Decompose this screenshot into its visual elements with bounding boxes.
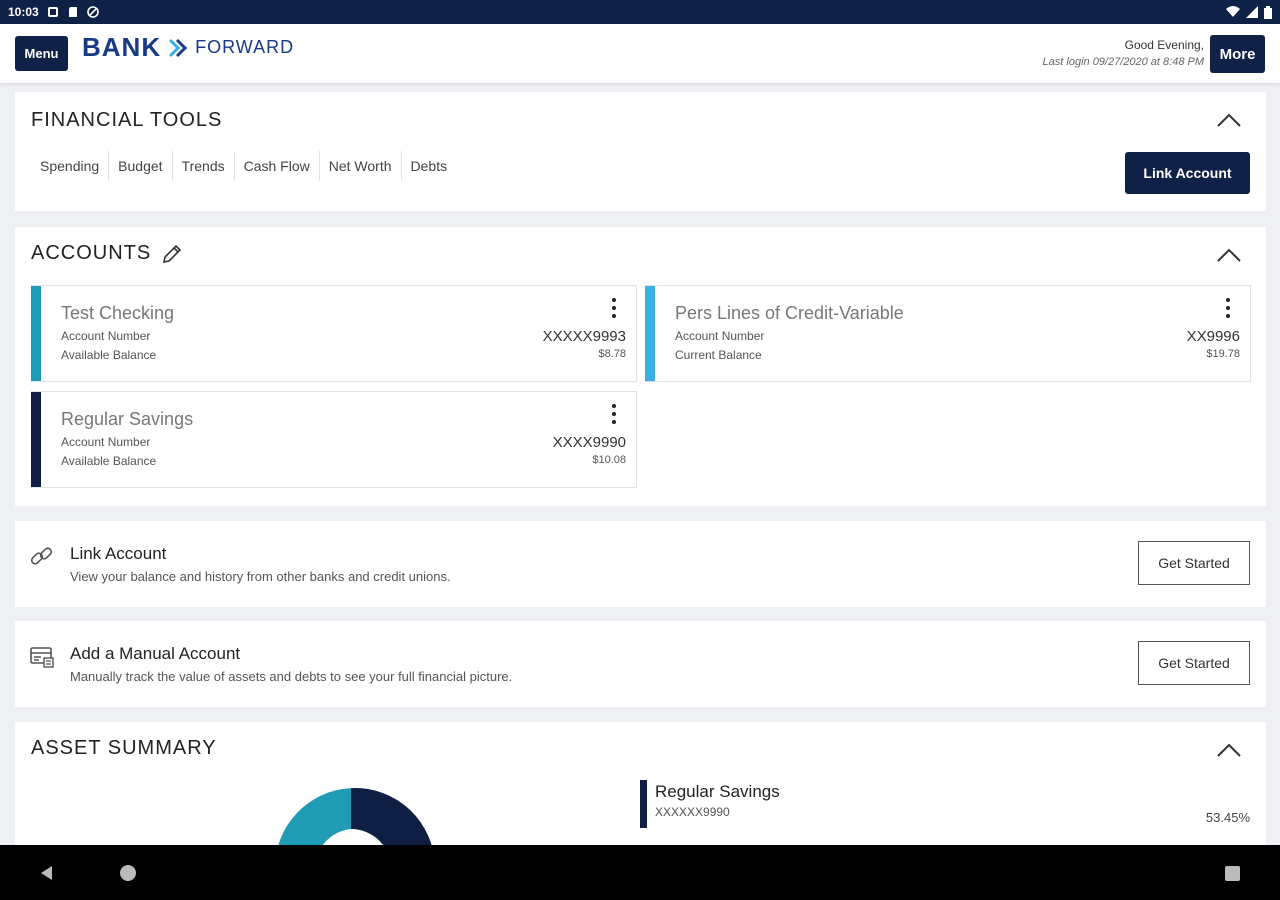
account-color-stripe [31, 286, 41, 381]
tab-net-worth[interactable]: Net Worth [320, 151, 402, 181]
account-tile-regular-savings[interactable]: Regular Savings Account Number Available… [31, 391, 637, 488]
more-button[interactable]: More [1210, 35, 1265, 73]
legend-color-bar [640, 780, 647, 828]
menu-button[interactable]: Menu [15, 36, 68, 71]
link-account-button[interactable]: Link Account [1125, 152, 1250, 194]
account-number: XX9996 [1186, 328, 1240, 345]
get-started-manual-account-button[interactable]: Get Started [1138, 641, 1250, 685]
more-options-icon[interactable] [606, 296, 622, 320]
status-bar: 10:03 [0, 0, 1280, 24]
edit-pencil-icon[interactable] [160, 242, 184, 266]
get-started-link-account-button[interactable]: Get Started [1138, 541, 1250, 585]
more-options-icon[interactable] [1220, 296, 1236, 320]
asset-donut-chart [277, 788, 433, 848]
legend-percent: 53.45% [1205, 810, 1250, 825]
financial-tools-title: FINANCIAL TOOLS [31, 109, 223, 131]
account-balance: $10.08 [592, 454, 626, 466]
promo-description: Manually track the value of assets and d… [70, 669, 513, 684]
accounts-title: ACCOUNTS [31, 242, 152, 264]
sync-icon [86, 6, 99, 18]
account-name: Regular Savings [61, 409, 194, 429]
legend-account-name: Regular Savings [655, 782, 780, 801]
tab-cash-flow[interactable]: Cash Flow [235, 151, 320, 181]
wifi-icon [1226, 6, 1240, 17]
account-balance-label: Available Balance [61, 348, 157, 362]
financial-tools-card: FINANCIAL TOOLS Spending Budget Trends C… [15, 92, 1266, 211]
greeting-text: Good Evening, [1124, 38, 1204, 52]
accounts-card: ACCOUNTS Test Checking Account Number Av… [15, 227, 1266, 506]
account-balance: $8.78 [598, 348, 626, 360]
greeting-block: Good Evening, Last login 09/27/2020 at 8… [1043, 38, 1204, 68]
account-name: Pers Lines of Credit-Variable [675, 303, 904, 323]
manual-account-promo-card: Add a Manual Account Manually track the … [15, 621, 1266, 707]
account-color-stripe [31, 392, 41, 487]
account-tile-credit-line[interactable]: Pers Lines of Credit-Variable Account Nu… [645, 285, 1251, 382]
account-tile-test-checking[interactable]: Test Checking Account Number Available B… [31, 285, 637, 382]
account-balance-label: Current Balance [675, 348, 762, 362]
financial-tools-tabs: Spending Budget Trends Cash Flow Net Wor… [31, 150, 456, 182]
asset-summary-title: ASSET SUMMARY [31, 737, 217, 759]
status-time: 10:03 [8, 5, 39, 19]
collapse-chevron-icon[interactable] [1216, 112, 1242, 128]
home-icon[interactable] [120, 865, 136, 881]
last-login-text: Last login 09/27/2020 at 8:48 PM [1042, 56, 1204, 68]
promo-title: Link Account [70, 544, 167, 563]
signal-icon [1246, 6, 1258, 18]
logo-chevron-icon [169, 38, 188, 57]
tab-trends[interactable]: Trends [173, 151, 235, 181]
donut-segment-other [277, 788, 351, 848]
logo-forward-text: FORWARD [195, 37, 295, 57]
account-name: Test Checking [61, 303, 175, 323]
tab-budget[interactable]: Budget [109, 151, 173, 181]
sd-card-icon [68, 7, 77, 17]
tab-spending[interactable]: Spending [31, 151, 110, 181]
logo-bank-text: BANK [82, 32, 162, 62]
donut-segment-regular-savings [351, 788, 433, 848]
account-balance: $19.78 [1206, 348, 1240, 360]
recents-icon[interactable] [1225, 866, 1240, 881]
account-color-stripe [645, 286, 655, 381]
app-header: Menu BANK FORWARD Good Evening, Last log… [0, 24, 1280, 84]
account-number: XXXXX9993 [542, 328, 626, 345]
back-icon[interactable] [38, 864, 56, 882]
tab-debts[interactable]: Debts [402, 151, 457, 181]
account-number-label: Account Number [675, 329, 765, 343]
account-balance-label: Available Balance [61, 454, 157, 468]
collapse-chevron-icon[interactable] [1216, 247, 1242, 263]
more-options-icon[interactable] [606, 402, 622, 426]
promo-description: View your balance and history from other… [70, 569, 451, 584]
legend-account-number: XXXXXX9990 [655, 805, 730, 819]
link-account-promo-card: Link Account View your balance and histo… [15, 521, 1266, 607]
account-number-label: Account Number [61, 329, 151, 343]
bank-forward-logo: BANK FORWARD [82, 32, 294, 63]
manual-account-icon [30, 647, 54, 668]
notification-icon [47, 7, 58, 17]
account-number: XXXX9990 [552, 434, 626, 451]
asset-summary-card: ASSET SUMMARY Regular Savings XXXXXX9990… [15, 722, 1266, 852]
promo-title: Add a Manual Account [70, 644, 241, 663]
battery-icon [1264, 5, 1272, 19]
account-number-label: Account Number [61, 435, 151, 449]
android-nav-bar [0, 845, 1280, 900]
link-chain-icon [30, 547, 53, 565]
collapse-chevron-icon[interactable] [1216, 742, 1242, 758]
